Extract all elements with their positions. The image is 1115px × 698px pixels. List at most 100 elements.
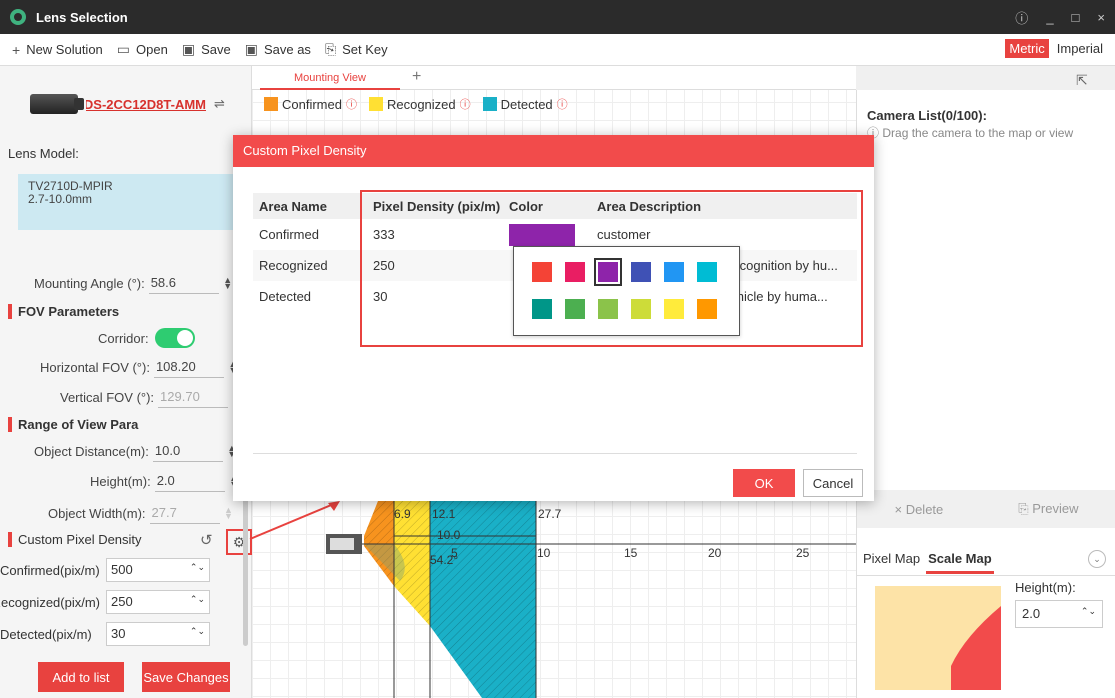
corridor-row: Corridor: [98, 328, 195, 348]
info-icon[interactable]: ⓘ [1015, 8, 1028, 27]
open-button[interactable]: ▭ Open [117, 41, 168, 58]
camera-selector[interactable]: DS-2CC12D8T-AMM ⇌ [30, 94, 225, 114]
annotation-arrow [249, 501, 340, 540]
swap-icon[interactable]: ⇌ [214, 96, 225, 112]
height-row: Height(m): 2.0 ▲▼ [90, 470, 239, 492]
maximize-icon[interactable]: □ [1072, 10, 1080, 25]
save-changes-button[interactable]: Save Changes [142, 662, 230, 692]
custom-pixel-density-row: Custom Pixel Density ↺ ⚙ [8, 529, 252, 555]
object-distance-input[interactable]: 10.0 [152, 440, 223, 462]
height-input[interactable]: 2.0 [154, 470, 225, 492]
detected-density-row: Detected(pix/m) 30 ⌃⌄ [0, 622, 210, 646]
confirmed-density-row: Confirmed(pix/m) 500 ⌃⌄ [0, 558, 210, 582]
camera-actions: × Delete ⎘ Preview [857, 490, 1115, 528]
color-swatch[interactable] [532, 262, 552, 282]
folder-icon: ▭ [116, 41, 131, 57]
close-icon: × [894, 501, 903, 517]
unit-switch: Metric Imperial [1005, 39, 1107, 58]
plus-icon: + [12, 41, 21, 58]
color-swatch[interactable] [565, 262, 585, 282]
axis-tick: 25 [796, 546, 810, 560]
scale-minimap[interactable] [875, 586, 1001, 690]
preview-button[interactable]: ⎘ Preview [1018, 501, 1078, 517]
new-solution-button[interactable]: + New Solution [12, 42, 103, 58]
custom-pixel-density-title: Custom Pixel Density [8, 532, 142, 547]
color-swatch[interactable] [697, 262, 717, 282]
object-width-row: Object Width(m): 27.7 ▲ ▼ [48, 502, 234, 524]
custom-pixel-density-dialog: Custom Pixel Density Area Name Pixel Den… [233, 135, 874, 501]
imperial-button[interactable]: Imperial [1053, 39, 1107, 58]
key-icon: ⎘ [324, 41, 337, 57]
right-panel: Camera List(0/100): ⓘ Drag the camera to… [856, 90, 1115, 698]
spinner-icon[interactable]: ⌃⌄ [190, 594, 205, 610]
set-key-button[interactable]: ⎘ Set Key [325, 41, 388, 58]
spinner-icon[interactable]: ▲▼ [223, 276, 233, 291]
minimize-icon[interactable]: _ [1046, 10, 1053, 25]
vfov-input: 129.70 [158, 386, 229, 408]
mounting-angle-row: Mounting Angle (°): 58.6 ▲ ▼ [34, 272, 233, 294]
axis-tick: 20 [708, 546, 722, 560]
hfov-row: Horizontal FOV (°): 108.20 ▲▼ [40, 356, 238, 378]
color-swatch[interactable] [664, 299, 684, 319]
delete-button[interactable]: × Delete [894, 502, 943, 517]
left-panel: DS-2CC12D8T-AMM ⇌ Lens Model: TV2710D-MP… [0, 66, 252, 698]
color-swatch[interactable] [565, 299, 585, 319]
save-as-button[interactable]: ▣ Save as [245, 41, 311, 58]
title-bar: Lens Selection ⓘ _ □ × [0, 0, 1115, 34]
save-icon: ▣ [181, 41, 196, 57]
preview-icon: ⎘ [1018, 501, 1029, 516]
color-swatch[interactable] [631, 262, 651, 282]
cancel-button[interactable]: Cancel [803, 469, 863, 497]
height-input[interactable]: 2.0 ⌃⌄ [1015, 600, 1103, 628]
ok-button[interactable]: OK [733, 469, 795, 497]
window-controls: ⓘ _ □ × [1015, 0, 1105, 34]
camera-list-title: Camera List(0/100): [867, 108, 987, 123]
color-swatch[interactable] [697, 299, 717, 319]
object-distance-row: Object Distance(m): 10.0 ▲ ▼ [34, 440, 237, 462]
confirmed-density-input[interactable]: 500 ⌃⌄ [106, 558, 210, 582]
export-icon[interactable]: ⇱ [1076, 72, 1088, 89]
metric-button[interactable]: Metric [1005, 39, 1049, 58]
object-width-input: 27.7 [149, 502, 220, 524]
spinner-icon[interactable]: ⌃⌄ [190, 562, 205, 578]
height-label: Height(m): [1015, 580, 1076, 595]
camera-model-link[interactable]: DS-2CC12D8T-AMM [86, 97, 206, 112]
measure-label-a: 6.9 [394, 507, 411, 521]
axis-tick: 10 [537, 546, 551, 560]
reset-icon[interactable]: ↺ [200, 531, 213, 549]
fov-section-title: FOV Parameters [8, 304, 119, 319]
axis-tick: 15 [624, 546, 638, 560]
add-to-list-button[interactable]: Add to list [38, 662, 124, 692]
chevron-down-icon[interactable]: ⌄ [1088, 550, 1106, 568]
recognized-density-input[interactable]: 250 ⌃⌄ [106, 590, 210, 614]
lens-model-item[interactable]: TV2710D-MPIR 2.7-10.0mm [18, 174, 248, 230]
color-swatch-selected[interactable] [594, 258, 622, 286]
spinner-icon[interactable]: ⌃⌄ [1081, 606, 1096, 622]
save-button[interactable]: ▣ Save [182, 41, 231, 58]
color-swatch[interactable] [631, 299, 651, 319]
minimap-shape [951, 606, 1001, 690]
mounting-angle-input[interactable]: 58.6 [148, 272, 219, 294]
color-swatch[interactable] [598, 299, 618, 319]
camera-icon [30, 94, 84, 114]
save-as-icon: ▣ [244, 41, 258, 57]
color-swatch[interactable] [664, 262, 684, 282]
measure-label-c: 27.7 [538, 507, 562, 521]
spinner-icon: ▲▼ [224, 505, 233, 521]
footer-divider [253, 453, 857, 454]
hfov-input[interactable]: 108.20 [153, 356, 224, 378]
tab-pixel-map[interactable]: Pixel Map [861, 551, 922, 566]
app-title: Lens Selection [36, 9, 128, 25]
vfov-row: Vertical FOV (°): 129.70 ▲▼ [60, 386, 242, 408]
axis-tick: 5 [451, 546, 458, 560]
spinner-icon[interactable]: ⌃⌄ [190, 626, 205, 642]
close-icon[interactable]: × [1097, 10, 1105, 25]
tab-scale-map[interactable]: Scale Map [926, 551, 994, 574]
toolbar: + New Solution ▭ Open ▣ Save ▣ Save as ⎘… [0, 34, 1115, 66]
lens-model-range: 2.7-10.0mm [28, 192, 93, 206]
measure-label-d: 10.0 [437, 528, 461, 542]
color-swatch[interactable] [532, 299, 552, 319]
detected-density-input[interactable]: 30 ⌃⌄ [106, 622, 210, 646]
map-tabs: Pixel Map Scale Map ⌄ [857, 542, 1115, 576]
corridor-toggle[interactable] [154, 328, 195, 348]
